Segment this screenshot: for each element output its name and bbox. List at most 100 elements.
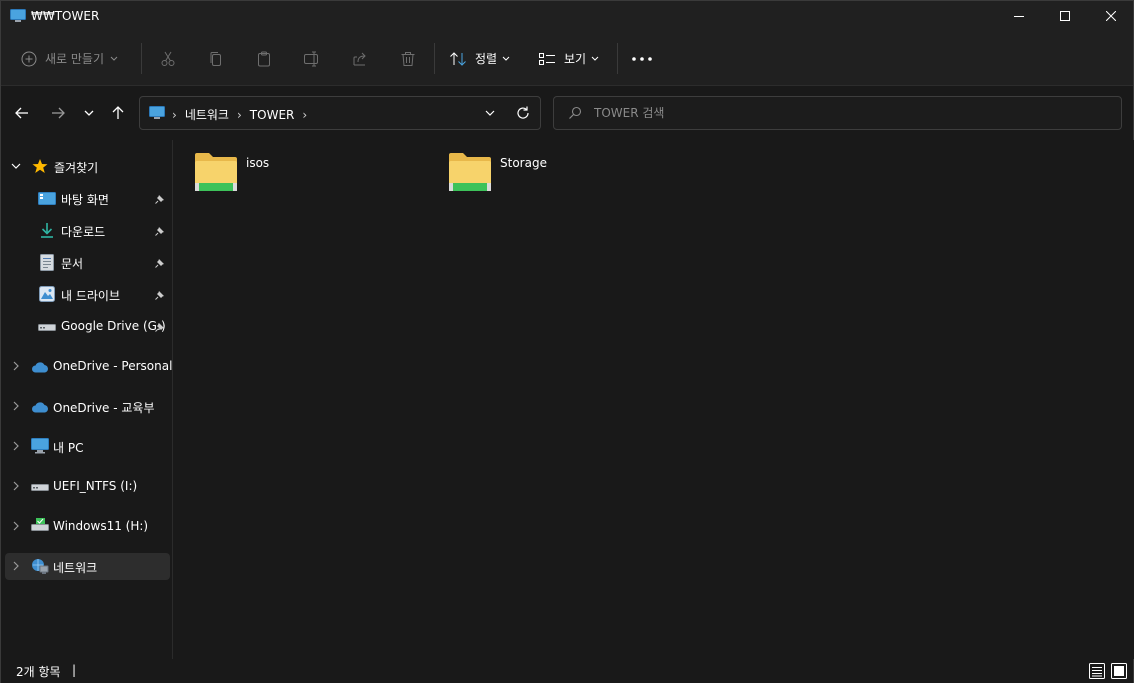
chevron-right-icon[interactable] [11,561,21,571]
chevron-right-icon[interactable] [11,441,21,451]
view-button-label: 보기 [564,52,587,66]
share-button[interactable] [350,49,370,69]
sidebar-item-label: Windows11 (H:) [53,519,149,533]
file-explorer-window: ₩₩TOWER 새로 만들기 정렬 보기 › 네트워크 › TOWER › TO… [0,0,1134,683]
documents-icon [38,253,56,271]
sidebar-item-label: 즐겨찾기 [54,161,99,175]
sidebar-item-windows11[interactable]: Windows11 (H:) [5,513,170,540]
network-pc-icon [10,9,26,23]
status-bar: 2개 항목 | [1,659,1133,683]
large-icons-view-icon [1111,663,1127,679]
separator [141,43,142,74]
folder-name: Storage [500,156,547,170]
breadcrumb-chevron-icon[interactable]: › [237,108,242,122]
arrow-right-icon [52,107,65,119]
arrow-left-icon [15,107,28,119]
file-list: isos Storage [174,140,1134,659]
large-icons-view-button[interactable] [1111,663,1127,679]
sidebar-item-label: 바탕 화면 [61,193,109,207]
chevron-right-icon[interactable] [11,521,21,531]
refresh-button[interactable] [515,105,531,124]
sidebar-item-label: OneDrive - Personal [53,359,173,373]
chevron-down-icon[interactable] [11,161,21,171]
sort-button-label: 정렬 [475,52,498,66]
copy-icon [210,52,221,66]
chevron-right-icon[interactable] [11,401,21,411]
search-box[interactable] [553,96,1122,130]
sidebar-item-quick-access[interactable]: 즐겨찾기 [5,153,170,180]
drive-icon [31,516,49,534]
address-history-button[interactable] [484,105,496,124]
more-dots-icon [632,56,652,61]
paste-button[interactable] [254,49,274,69]
pin-icon [155,193,165,207]
network-icon [31,557,49,575]
view-button[interactable]: 보기 [538,31,599,86]
navigation-pane: 즐겨찾기 바탕 화면 다운로드 문서 내 드라이브 Google Drive (… [1,140,173,659]
share-icon [353,52,366,66]
sidebar-item-my-drive[interactable]: 내 드라이브 [5,281,170,308]
network-pc-icon [149,106,165,123]
sidebar-item-label: 다운로드 [61,225,106,239]
details-view-icon [1089,663,1105,679]
separator [434,43,435,74]
chevron-down-icon [84,110,94,116]
sidebar-item-desktop[interactable]: 바탕 화면 [5,185,170,212]
refresh-icon [517,106,529,119]
breadcrumb-chevron-icon[interactable]: › [172,108,177,122]
sidebar-item-onedrive-education[interactable]: OneDrive - 교육부 [5,393,170,420]
sidebar-item-uefi-ntfs[interactable]: UEFI_NTFS (I:) [5,473,170,500]
chevron-right-icon[interactable] [11,481,21,491]
breadcrumb-network[interactable]: 네트워크 [185,106,229,123]
sidebar-item-downloads[interactable]: 다운로드 [5,217,170,244]
sidebar-item-label: UEFI_NTFS (I:) [53,479,138,493]
desktop-icon [38,190,56,208]
plus-circle-icon [21,51,37,66]
up-button[interactable] [107,102,129,124]
more-options-button[interactable] [631,31,653,86]
details-view-button[interactable] [1089,663,1105,679]
close-button[interactable] [1088,1,1134,31]
minimize-button[interactable] [996,1,1042,31]
rename-button[interactable] [302,49,322,69]
sidebar-item-label: 내 드라이브 [61,289,121,303]
sort-button[interactable]: 정렬 [449,31,510,86]
breadcrumb-tower[interactable]: TOWER [250,108,295,122]
maximize-button[interactable] [1042,1,1088,31]
view-list-icon [539,52,555,65]
chevron-down-icon [110,56,118,61]
breadcrumb-chevron-icon[interactable]: › [302,108,307,122]
rename-icon [304,51,318,67]
address-bar[interactable]: › 네트워크 › TOWER › [139,96,541,130]
folder-name: isos [246,156,270,170]
minimize-icon [1014,16,1024,17]
maximize-icon [1060,11,1070,21]
delete-button[interactable] [398,49,418,69]
sidebar-item-google-drive[interactable]: Google Drive (G:) [5,313,170,340]
chevron-right-icon[interactable] [11,361,21,371]
sidebar-item-label: OneDrive - 교육부 [53,401,155,415]
folder-item[interactable]: Storage [448,152,547,194]
download-icon [38,221,56,239]
sidebar-item-this-pc[interactable]: 내 PC [5,433,170,460]
back-button[interactable] [11,102,33,124]
pin-icon [155,289,165,303]
sidebar-item-documents[interactable]: 문서 [5,249,170,276]
sort-icon [450,51,466,66]
title-bar: ₩₩TOWER [1,1,1133,31]
folder-item[interactable]: isos [194,152,269,194]
sidebar-item-network[interactable]: 네트워크 [5,553,170,580]
drive-icon [38,285,56,303]
status-separator: | [72,663,77,677]
separator [617,43,618,74]
cut-button[interactable] [158,49,178,69]
copy-button[interactable] [206,49,226,69]
sidebar-item-onedrive-personal[interactable]: OneDrive - Personal [5,353,173,380]
pin-icon [155,321,165,335]
search-input[interactable] [594,104,1094,122]
recent-locations-button[interactable] [78,102,100,124]
forward-button[interactable] [47,102,69,124]
chevron-down-icon [485,110,495,116]
navigation-bar: › 네트워크 › TOWER › [1,86,1133,140]
new-button[interactable]: 새로 만들기 [21,31,118,86]
